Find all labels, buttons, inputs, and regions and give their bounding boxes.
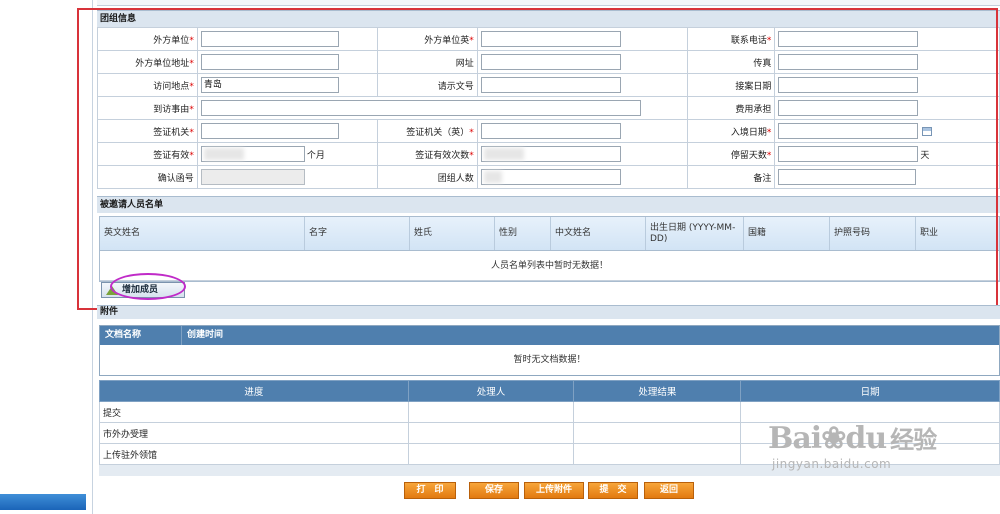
left-nav-bar[interactable]	[0, 494, 86, 510]
save-button[interactable]: 保存	[469, 482, 519, 499]
col-result: 处理结果	[573, 380, 742, 402]
left-panel	[0, 0, 92, 514]
print-button[interactable]: 打 印	[404, 482, 456, 499]
invitees-header-row: 英文姓名 名字 姓氏 性别 中文姓名 出生日期 (YYYY-MM-DD) 国籍 …	[100, 217, 999, 251]
cost-bearer-input[interactable]	[778, 100, 919, 116]
visit-location-label: 访问地点*	[97, 73, 198, 97]
col-chinese-name[interactable]: 中文姓名	[551, 217, 646, 250]
col-occupation[interactable]: 职业	[916, 217, 999, 250]
website-label: 网址	[376, 50, 478, 74]
days-unit: 天	[920, 150, 930, 161]
remarks-input[interactable]	[778, 169, 917, 185]
visa-validity-input[interactable]	[200, 146, 305, 162]
redacted-value	[483, 170, 502, 183]
back-button[interactable]: 返回	[644, 482, 694, 499]
cost-bearer-label: 费用承担	[686, 96, 776, 120]
form-row: 访问地点* 青岛 请示文号 接案日期	[97, 73, 1000, 97]
request-doc-no-label: 请示文号	[376, 73, 478, 97]
invitees-title: 被邀请人员名单	[97, 196, 1000, 213]
entry-date-input[interactable]	[778, 123, 919, 139]
col-doc-name[interactable]: 文档名称	[100, 326, 182, 345]
col-progress: 进度	[99, 380, 409, 402]
progress-step: 上传驻外领馆	[99, 443, 409, 465]
form-row: 外方单位* 外方单位英* 联系电话*	[97, 27, 1000, 51]
redacted-value	[483, 147, 524, 160]
watermark-brand-cn: 经验	[890, 426, 937, 454]
baidu-jingyan-watermark: Bai❀du 经验 jingyan.baidu.com	[768, 422, 958, 492]
col-gender[interactable]: 性别	[495, 217, 551, 250]
form-row: 签证机关* 签证机关（英）* 入境日期*	[97, 119, 1000, 143]
form-row: 到访事由* 费用承担	[97, 96, 1000, 120]
attachments-empty-message: 暂时无文档数据！	[100, 345, 999, 375]
col-surname[interactable]: 姓氏	[410, 217, 495, 250]
website-input[interactable]	[480, 54, 621, 70]
visa-entries-label: 签证有效次数*	[376, 142, 478, 166]
col-created-time[interactable]: 创建时间	[182, 326, 228, 345]
watermark-brand: Bai	[768, 421, 822, 456]
confirm-letter-input	[200, 169, 305, 185]
col-birth-date[interactable]: 出生日期 (YYYY-MM-DD)	[646, 217, 744, 250]
top-strip	[97, 0, 1000, 6]
foreign-unit-en-input[interactable]	[480, 31, 621, 47]
visa-entries-input[interactable]	[480, 146, 621, 162]
visit-reason-input[interactable]	[200, 100, 641, 116]
fax-label: 传真	[686, 50, 776, 74]
watermark-url: jingyan.baidu.com	[772, 457, 892, 471]
visit-reason-label: 到访事由*	[97, 96, 198, 120]
watermark-du: du	[845, 421, 887, 456]
group-info-title: 团组信息	[97, 10, 1000, 27]
foreign-address-label: 外方单位地址*	[97, 50, 198, 74]
fax-input[interactable]	[778, 54, 919, 70]
confirm-letter-label: 确认函号	[97, 165, 198, 189]
progress-step: 提交	[99, 401, 409, 423]
form-row: 外方单位地址* 网址 传真	[97, 50, 1000, 74]
foreign-unit-input[interactable]	[200, 31, 339, 47]
foreign-unit-label: 外方单位*	[97, 27, 198, 51]
foreign-unit-en-label: 外方单位英*	[376, 27, 478, 51]
redacted-value	[203, 147, 244, 160]
visa-authority-en-label: 签证机关（英）*	[376, 119, 478, 143]
stay-days-label: 停留天数*	[686, 142, 776, 166]
visit-location-input[interactable]: 青岛	[200, 77, 339, 93]
visa-validity-label: 签证有效*	[97, 142, 198, 166]
paw-icon: ❀	[821, 421, 846, 456]
form-row: 确认函号 团组人数 备注	[97, 165, 1000, 189]
stay-days-input[interactable]	[778, 146, 919, 162]
phone-label: 联系电话*	[686, 27, 776, 51]
receive-date-label: 接案日期	[686, 73, 776, 97]
upload-attachment-button[interactable]: 上传附件	[524, 482, 584, 499]
highlight-circle	[110, 273, 186, 300]
request-doc-no-input[interactable]	[480, 77, 621, 93]
invitees-empty-message: 人员名单列表中暂时无数据！	[100, 251, 999, 281]
visa-authority-label: 签证机关*	[97, 119, 198, 143]
group-size-input[interactable]	[480, 169, 621, 185]
col-given-name[interactable]: 名字	[305, 217, 410, 250]
progress-row: 提交	[99, 401, 1000, 423]
col-date: 日期	[740, 380, 1000, 402]
submit-button[interactable]: 提 交	[588, 482, 638, 499]
calendar-icon[interactable]	[922, 126, 933, 136]
attachments-header-row: 文档名称 创建时间	[100, 326, 999, 345]
progress-step: 市外办受理	[99, 422, 409, 444]
col-english-name[interactable]: 英文姓名	[100, 217, 305, 250]
months-unit: 个月	[306, 150, 325, 161]
phone-input[interactable]	[778, 31, 919, 47]
progress-header-row: 进度 处理人 处理结果 日期	[99, 380, 1000, 402]
receive-date-input[interactable]	[778, 77, 919, 93]
col-handler: 处理人	[407, 380, 575, 402]
visa-authority-en-input[interactable]	[480, 123, 621, 139]
group-info-form: 外方单位* 外方单位英* 联系电话* 外方单位地址* 网址 传真 访问地点* 青…	[97, 27, 1000, 189]
invitees-table: 英文姓名 名字 姓氏 性别 中文姓名 出生日期 (YYYY-MM-DD) 国籍 …	[99, 216, 1000, 282]
attachments-table: 文档名称 创建时间 暂时无文档数据！	[99, 325, 1000, 376]
col-passport[interactable]: 护照号码	[830, 217, 916, 250]
attachments-title: 附件	[97, 305, 1000, 319]
visa-authority-input[interactable]	[200, 123, 339, 139]
col-nationality[interactable]: 国籍	[744, 217, 830, 250]
form-row: 签证有效* 个月 签证有效次数* 停留天数* 天	[97, 142, 1000, 166]
foreign-address-input[interactable]	[200, 54, 339, 70]
remarks-label: 备注	[686, 165, 776, 189]
entry-date-label: 入境日期*	[686, 119, 776, 143]
content-divider	[92, 0, 93, 514]
group-size-label: 团组人数	[376, 165, 478, 189]
